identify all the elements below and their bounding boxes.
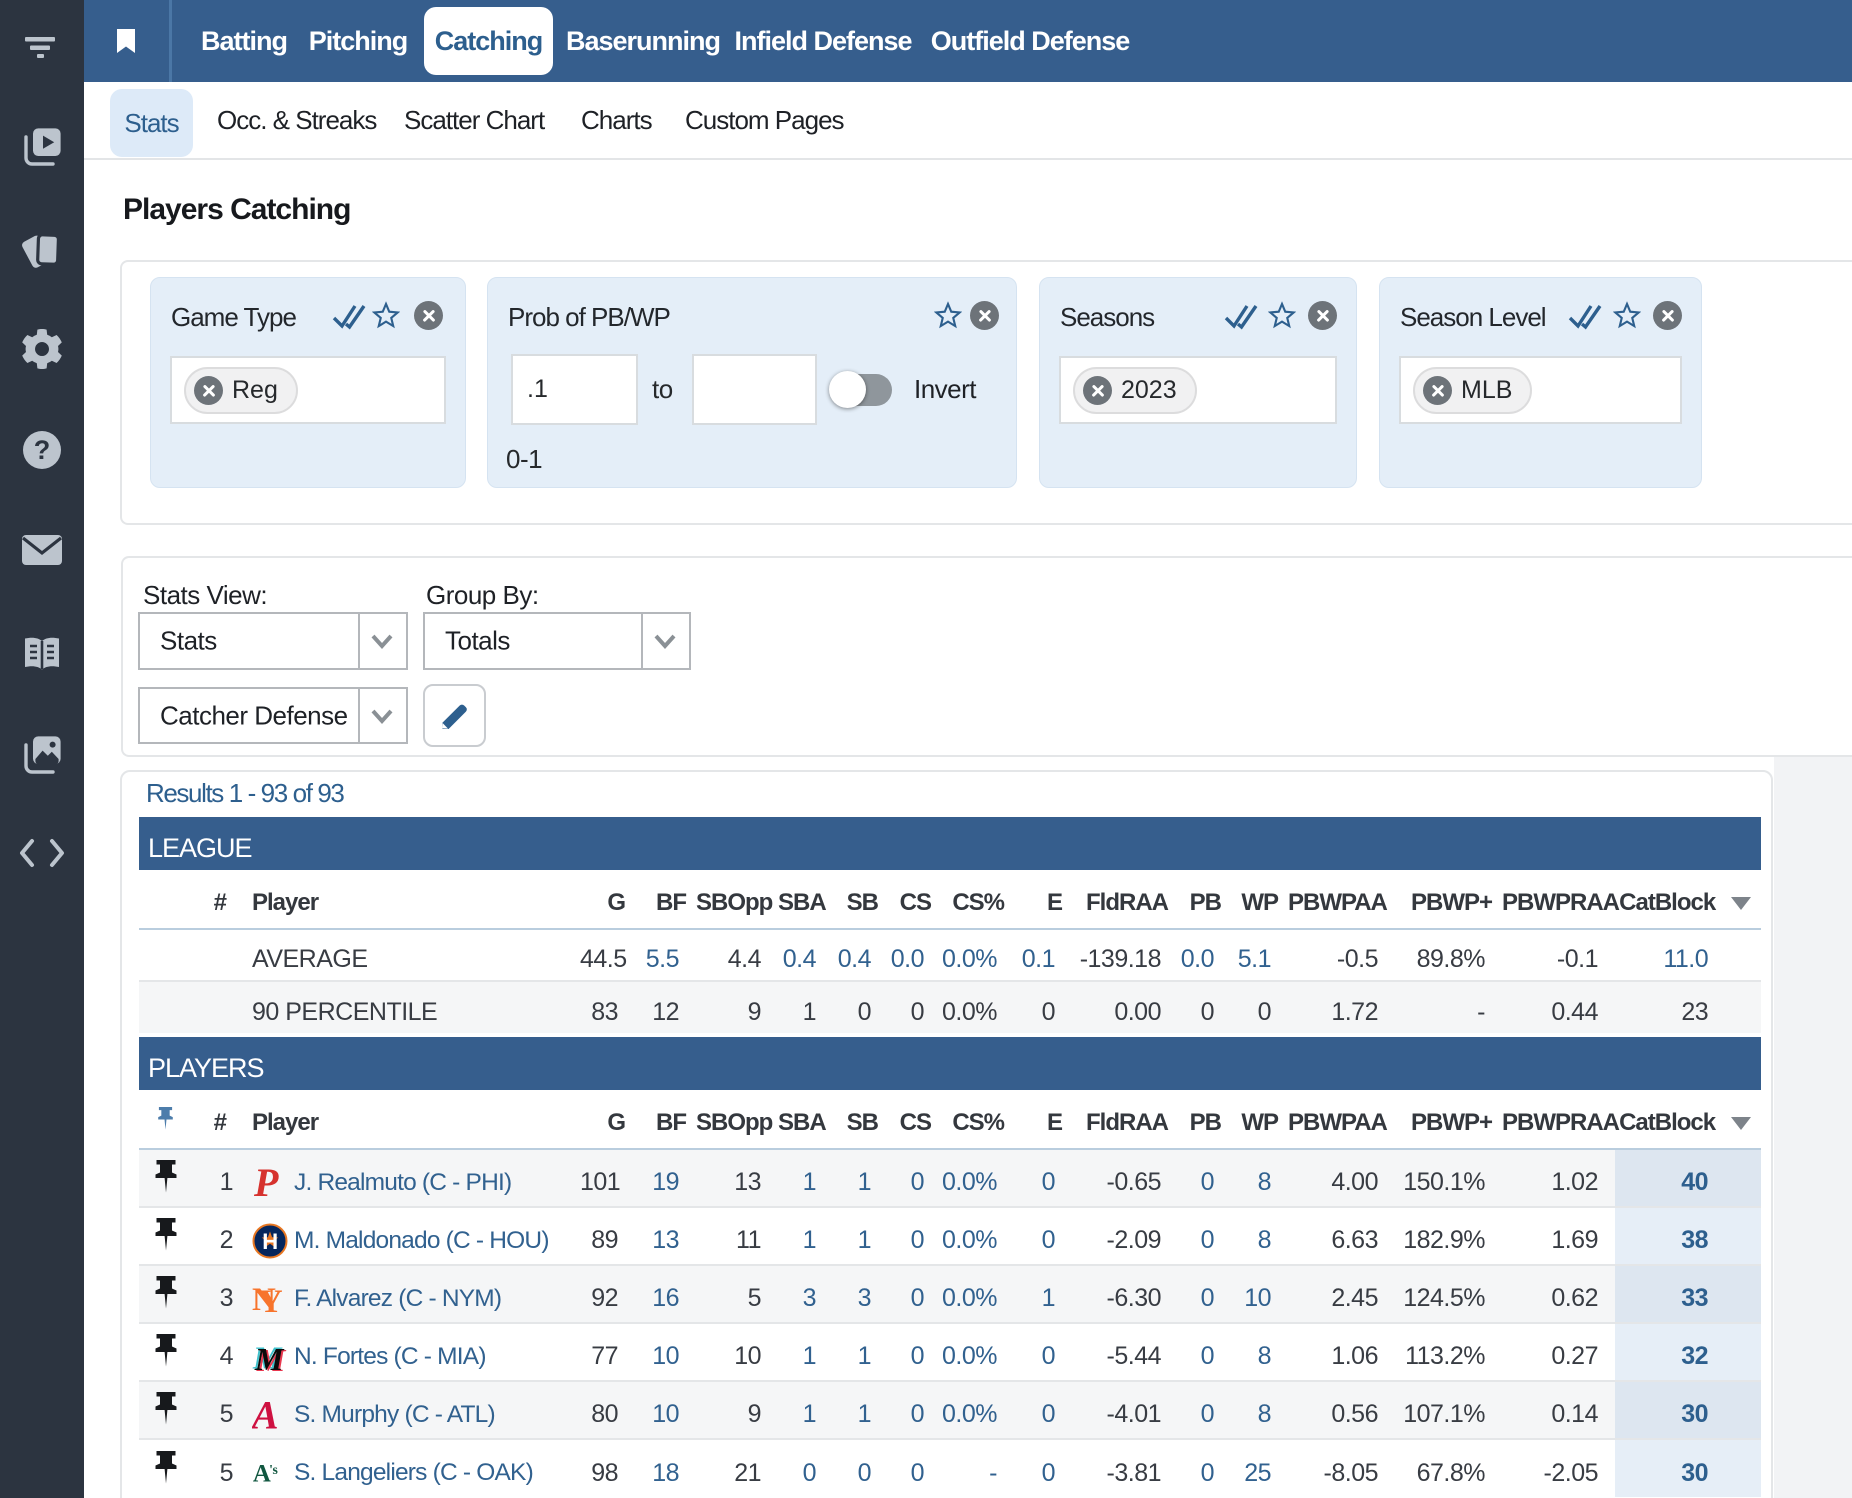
svg-text:M: M bbox=[254, 1340, 285, 1376]
svg-text:A: A bbox=[253, 1461, 271, 1488]
svg-text:P: P bbox=[253, 1163, 279, 1203]
svg-text:A: A bbox=[252, 1395, 278, 1435]
svg-text:'s: 's bbox=[269, 1462, 277, 1477]
svg-text:H: H bbox=[262, 1229, 277, 1254]
svg-text:Y: Y bbox=[259, 1284, 282, 1319]
svg-text:?: ? bbox=[34, 435, 51, 465]
